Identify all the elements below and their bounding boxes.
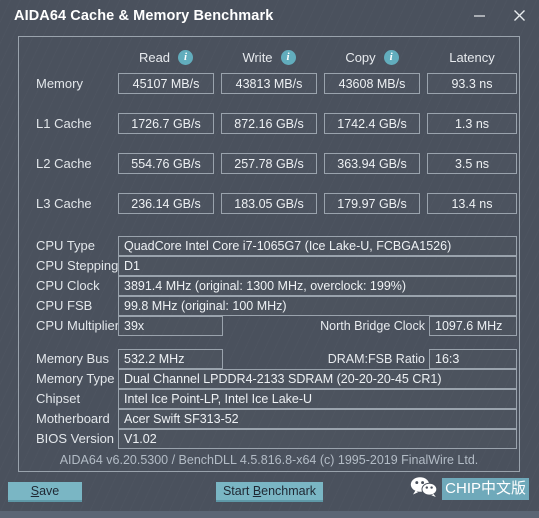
- start-benchmark-label: Start Benchmark: [223, 484, 316, 498]
- save-button[interactable]: Save: [8, 482, 82, 502]
- info-row-motherboard: Motherboard Acer Swift SF313-52: [19, 409, 519, 429]
- save-button-label: Save: [31, 484, 60, 498]
- row-label-l3-cache: L3 Cache: [36, 196, 92, 211]
- column-header-read: Read i: [118, 47, 214, 67]
- label-cpu-fsb: CPU FSB: [36, 298, 93, 313]
- status-bar: [0, 511, 539, 518]
- info-icon-copy[interactable]: i: [383, 49, 399, 65]
- cell-l2-copy: 363.94 GB/s: [324, 153, 420, 174]
- cell-l3-copy: 179.97 GB/s: [324, 193, 420, 214]
- info-icon-read[interactable]: i: [178, 49, 194, 65]
- value-dram-fsb-ratio: 16:3: [429, 349, 517, 369]
- cell-l3-latency: 13.4 ns: [427, 193, 517, 214]
- value-chipset: Intel Ice Point-LP, Intel Ice Lake-U: [118, 389, 517, 409]
- table-row: L2 Cache 554.76 GB/s 257.78 GB/s 363.94 …: [19, 153, 519, 174]
- start-accel-key: B: [252, 484, 262, 498]
- row-label-l1-cache: L1 Cache: [36, 116, 92, 131]
- label-cpu-type: CPU Type: [36, 238, 96, 253]
- cell-l1-copy: 1742.4 GB/s: [324, 113, 420, 134]
- column-header-write: Write i: [221, 47, 317, 67]
- column-header-copy-label: Copy: [345, 49, 376, 65]
- info-row-bios-version: BIOS Version V1.02: [19, 429, 519, 449]
- start-label-prefix: Start: [222, 484, 253, 498]
- value-north-bridge-clock: 1097.6 MHz: [429, 316, 517, 336]
- save-label-rest: ave: [39, 484, 60, 498]
- label-memory-bus: Memory Bus: [36, 351, 109, 366]
- label-motherboard: Motherboard: [36, 411, 110, 426]
- info-row-cpu-stepping: CPU Stepping D1: [19, 256, 519, 276]
- start-label-rest: enchmark: [261, 484, 317, 498]
- info-icon-write[interactable]: i: [280, 49, 296, 65]
- value-motherboard: Acer Swift SF313-52: [118, 409, 517, 429]
- wechat-watermark-label: CHIP中文版: [442, 478, 529, 500]
- wechat-icon: [410, 476, 438, 502]
- cell-l1-latency: 1.3 ns: [427, 113, 517, 134]
- save-accel-key: S: [30, 484, 40, 498]
- label-north-bridge-clock: North Bridge Clock: [320, 319, 425, 333]
- info-row-memory-bus: Memory Bus 532.2 MHz DRAM:FSB Ratio 16:3: [19, 349, 519, 369]
- cell-l3-write: 183.05 GB/s: [221, 193, 317, 214]
- label-cpu-multiplier: CPU Multiplier: [36, 318, 120, 333]
- value-bios-version: V1.02: [118, 429, 517, 449]
- cell-memory-write: 43813 MB/s: [221, 73, 317, 94]
- value-cpu-multiplier: 39x: [118, 316, 223, 336]
- column-header-latency: Latency: [427, 47, 517, 67]
- column-header-write-label: Write: [242, 49, 273, 65]
- version-info-text: AIDA64 v6.20.5300 / BenchDLL 4.5.816.8-x…: [59, 452, 479, 467]
- window-controls: [459, 0, 539, 31]
- column-header-latency-label: Latency: [449, 49, 495, 65]
- value-memory-bus: 532.2 MHz: [118, 349, 223, 369]
- window-title: AIDA64 Cache & Memory Benchmark: [14, 7, 274, 24]
- info-row-cpu-type: CPU Type QuadCore Intel Core i7-1065G7 (…: [19, 236, 519, 256]
- label-memory-type: Memory Type: [36, 371, 115, 386]
- cell-l2-read: 554.76 GB/s: [118, 153, 214, 174]
- label-cpu-clock: CPU Clock: [36, 278, 100, 293]
- value-cpu-clock: 3891.4 MHz (original: 1300 MHz, overcloc…: [118, 276, 517, 296]
- cell-l2-latency: 3.5 ns: [427, 153, 517, 174]
- info-row-chipset: Chipset Intel Ice Point-LP, Intel Ice La…: [19, 389, 519, 409]
- wechat-watermark: CHIP中文版: [410, 476, 529, 502]
- value-cpu-fsb: 99.8 MHz (original: 100 MHz): [118, 296, 517, 316]
- value-cpu-stepping: D1: [118, 256, 517, 276]
- value-memory-type: Dual Channel LPDDR4-2133 SDRAM (20-20-20…: [118, 369, 517, 389]
- label-cpu-stepping: CPU Stepping: [36, 258, 119, 273]
- label-dram-fsb-ratio: DRAM:FSB Ratio: [327, 352, 425, 366]
- info-row-cpu-multiplier: CPU Multiplier 39x North Bridge Clock 10…: [19, 316, 519, 336]
- close-icon[interactable]: [499, 0, 539, 31]
- cell-memory-copy: 43608 MB/s: [324, 73, 420, 94]
- info-row-memory-type: Memory Type Dual Channel LPDDR4-2133 SDR…: [19, 369, 519, 389]
- cell-l2-write: 257.78 GB/s: [221, 153, 317, 174]
- label-bios-version: BIOS Version: [36, 431, 115, 446]
- table-row: Memory 45107 MB/s 43813 MB/s 43608 MB/s …: [19, 73, 519, 94]
- cell-l3-read: 236.14 GB/s: [118, 193, 214, 214]
- cell-l1-write: 872.16 GB/s: [221, 113, 317, 134]
- benchmark-column-headers: Read i Write i Copy i Latency: [19, 47, 519, 67]
- value-cpu-type: QuadCore Intel Core i7-1065G7 (Ice Lake-…: [118, 236, 517, 256]
- title-bar: AIDA64 Cache & Memory Benchmark: [0, 0, 539, 31]
- row-label-memory: Memory: [36, 76, 83, 91]
- minimize-icon[interactable]: [459, 0, 499, 31]
- info-row-cpu-clock: CPU Clock 3891.4 MHz (original: 1300 MHz…: [19, 276, 519, 296]
- main-panel: Read i Write i Copy i Latency Memory 451…: [18, 36, 520, 472]
- table-row: L3 Cache 236.14 GB/s 183.05 GB/s 179.97 …: [19, 193, 519, 214]
- label-chipset: Chipset: [36, 391, 81, 406]
- column-header-copy: Copy i: [324, 47, 420, 67]
- cell-memory-read: 45107 MB/s: [118, 73, 214, 94]
- start-benchmark-button[interactable]: Start Benchmark: [216, 482, 323, 502]
- cell-memory-latency: 93.3 ns: [427, 73, 517, 94]
- aida64-benchmark-window: AIDA64 Cache & Memory Benchmark Read i W…: [0, 0, 539, 518]
- column-header-read-label: Read: [138, 49, 171, 65]
- table-row: L1 Cache 1726.7 GB/s 872.16 GB/s 1742.4 …: [19, 113, 519, 134]
- cell-l1-read: 1726.7 GB/s: [118, 113, 214, 134]
- info-row-cpu-fsb: CPU FSB 99.8 MHz (original: 100 MHz): [19, 296, 519, 316]
- row-label-l2-cache: L2 Cache: [36, 156, 92, 171]
